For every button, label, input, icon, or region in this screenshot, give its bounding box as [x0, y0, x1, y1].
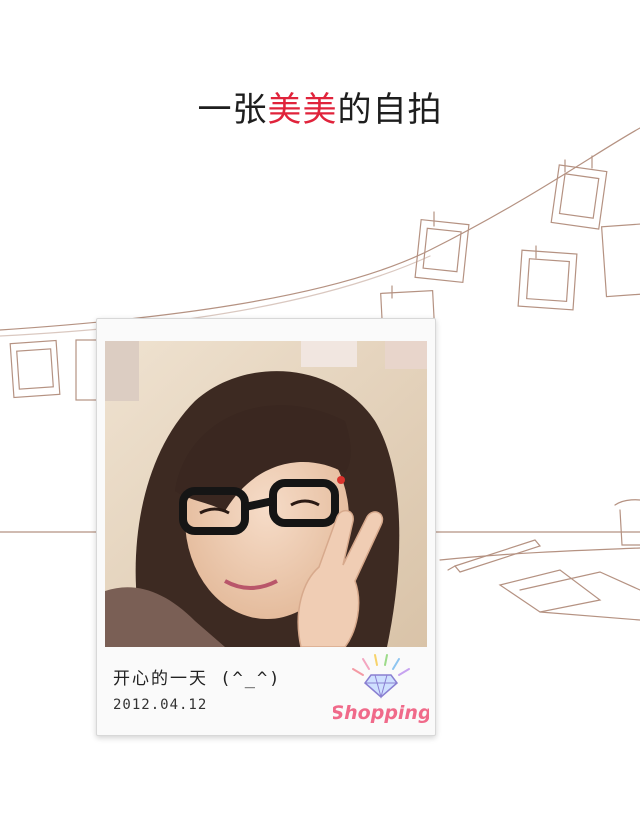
hanging-photo-3: [517, 245, 578, 311]
selfie-illustration: [105, 341, 427, 647]
shopping-logo: Shopping: [333, 654, 429, 724]
hanging-photo-7: [75, 339, 99, 401]
page-title: 一张美美的自拍: [0, 82, 640, 131]
logo-text: Shopping: [333, 702, 429, 724]
polaroid-card: 开心的一天 (^_^) 2012.04.12 Shopping: [96, 318, 436, 736]
cup-sketch: [614, 499, 640, 546]
scene: 一张美美的自拍 开心的一天 (^_^) 2012.04.12 Shopping: [0, 0, 640, 832]
title-prefix: 一张: [197, 90, 268, 130]
papers-sketch: [498, 569, 640, 621]
selfie-photo: [105, 341, 427, 647]
hanging-photo-6: [9, 339, 61, 399]
title-accent: 美美: [267, 90, 338, 130]
hanging-photo-4: [600, 222, 640, 298]
hanging-photo-2: [414, 211, 470, 284]
wall-poster-right: [385, 341, 427, 369]
hanging-photo-1: [550, 155, 608, 230]
diamond-icon: [363, 674, 399, 699]
photo-caption: 开心的一天 (^_^): [113, 669, 282, 689]
photo-date: 2012.04.12: [113, 697, 208, 713]
wall-poster-left: [105, 341, 139, 401]
title-suffix: 的自拍: [337, 90, 443, 130]
wall-poster-bunny: [301, 341, 357, 367]
logo-rays: [352, 654, 410, 676]
